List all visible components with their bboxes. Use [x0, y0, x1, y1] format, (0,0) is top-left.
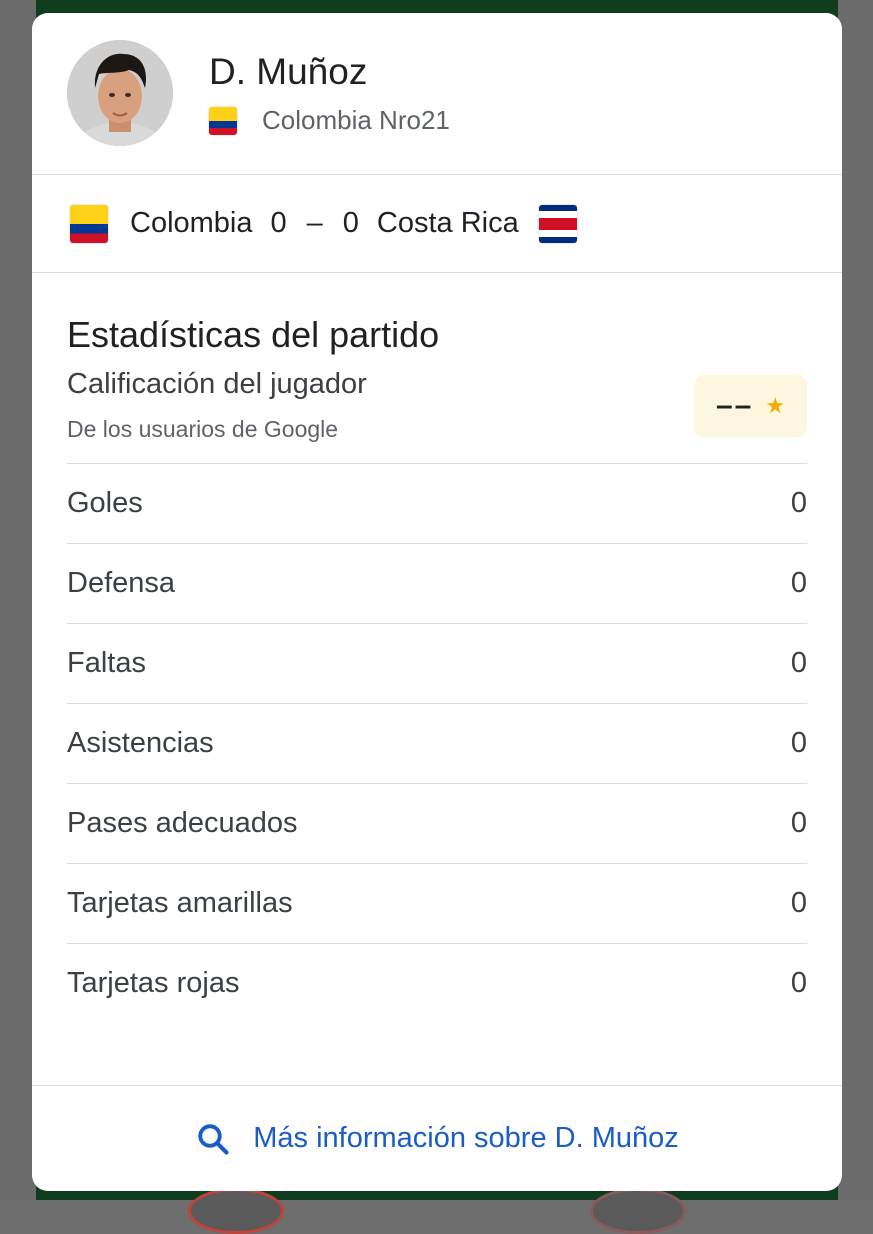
player-team-number: Colombia Nro21 [262, 105, 450, 135]
away-team-score: 0 [342, 207, 359, 239]
costa-rica-flag-icon [538, 204, 577, 243]
search-icon [198, 1123, 229, 1155]
background-avatar-right [590, 1188, 686, 1234]
rating-value: –– [715, 389, 754, 422]
rating-badge[interactable]: –– ★ [694, 375, 807, 437]
rating-sublabel: De los usuarios de Google [67, 416, 339, 442]
stat-value: 0 [790, 807, 807, 839]
stat-label: Defensa [67, 567, 176, 599]
stat-label: Goles [67, 487, 143, 519]
more-info-link[interactable]: Más información sobre D. Muñoz [253, 1122, 679, 1155]
stats-title: Estadísticas del partido [67, 314, 440, 355]
stat-label: Faltas [67, 647, 146, 679]
stat-label: Tarjetas amarillas [67, 887, 293, 919]
colombia-flag-icon [209, 106, 237, 135]
background-avatar-left [188, 1188, 284, 1234]
stat-row-pases-adecuados: Pases adecuados 0 [67, 784, 807, 864]
stat-row-defensa: Defensa 0 [67, 544, 807, 624]
stat-label: Tarjetas rojas [67, 967, 240, 999]
stat-value: 0 [790, 727, 807, 759]
rating-label: Calificación del jugador [67, 368, 367, 400]
stat-row-goles: Goles 0 [67, 464, 807, 544]
player-name: D. Muñoz [209, 51, 368, 92]
match-stats-section: Estadísticas del partido Calificación de… [32, 314, 842, 1023]
stat-label: Asistencias [67, 727, 214, 759]
player-header: D. Muñoz Colombia Nro21 [32, 13, 842, 175]
more-info-footer[interactable]: Más información sobre D. Muñoz [32, 1085, 842, 1191]
stat-value: 0 [790, 567, 807, 599]
stat-row-tarjetas-rojas: Tarjetas rojas 0 [67, 944, 807, 1023]
star-icon: ★ [765, 393, 786, 418]
stat-label: Pases adecuados [67, 807, 298, 839]
player-team-line: Colombia Nro21 [209, 105, 450, 136]
stat-value: 0 [790, 967, 807, 999]
player-stats-card: D. Muñoz Colombia Nro21 Colombia 0 – 0 C… [32, 13, 842, 1191]
match-score-row[interactable]: Colombia 0 – 0 Costa Rica [32, 175, 842, 273]
stat-value: 0 [790, 487, 807, 519]
stat-row-asistencias: Asistencias 0 [67, 704, 807, 784]
colombia-flag-icon [70, 204, 108, 243]
away-team-name: Costa Rica [376, 207, 519, 239]
stat-value: 0 [790, 887, 807, 919]
player-avatar [67, 40, 173, 146]
home-team-score: 0 [270, 207, 287, 239]
score-separator: – [306, 207, 323, 239]
home-team-name: Colombia [130, 207, 253, 239]
stat-row-faltas: Faltas 0 [67, 624, 807, 704]
player-rating-row: Calificación del jugador De los usuarios… [67, 356, 807, 464]
stat-value: 0 [790, 647, 807, 679]
stat-row-tarjetas-amarillas: Tarjetas amarillas 0 [67, 864, 807, 944]
